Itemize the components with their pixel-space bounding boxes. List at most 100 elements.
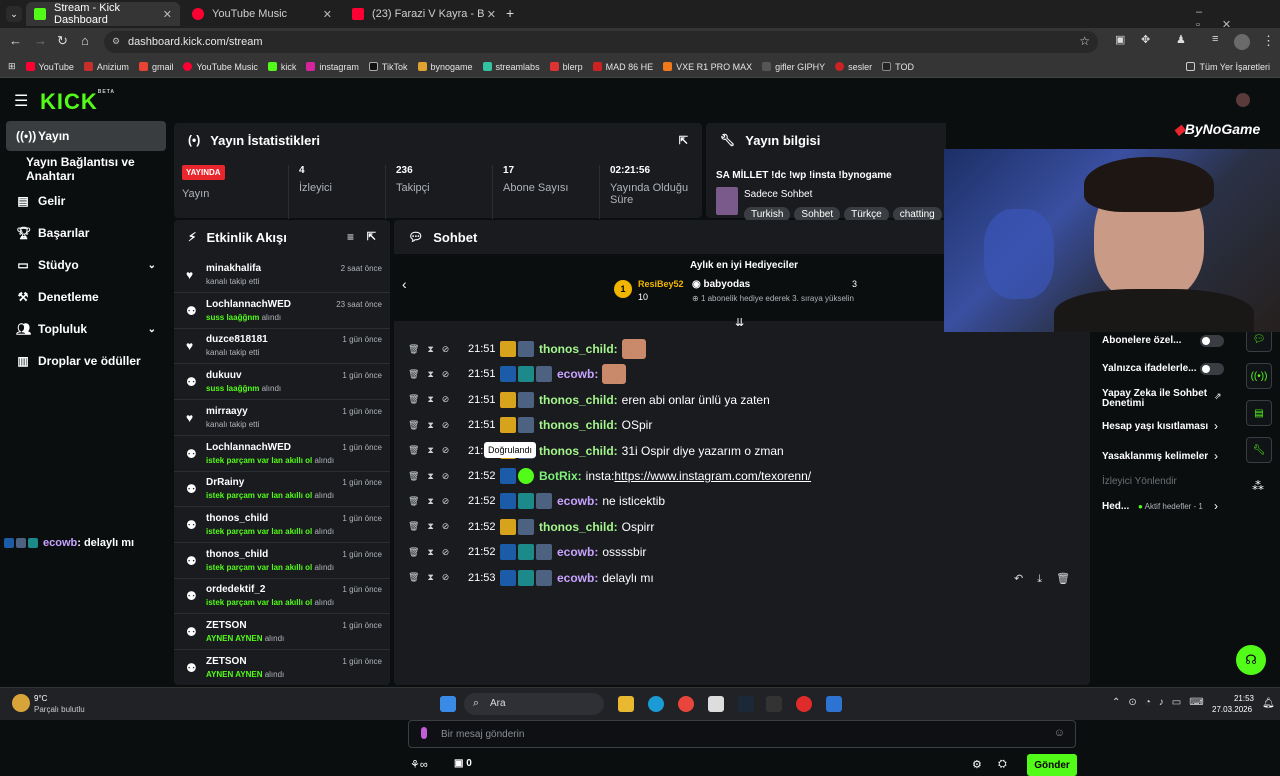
notification-icon[interactable]: 🔔︎ (1262, 698, 1275, 709)
edge-icon[interactable] (648, 696, 664, 712)
activity-user[interactable]: DrRainy (206, 477, 244, 488)
settings-gear-icon[interactable]: ⚙ (972, 758, 982, 771)
steam-icon[interactable] (738, 696, 754, 712)
chat-message[interactable]: 🗑︎ ⧗ ⊘ 21:52 BotRix: insta: https://www.insta… (408, 465, 811, 487)
chat-message[interactable]: 🗑︎ ⧗ ⊘ 21:51 thonos_child: OSpir (408, 414, 652, 436)
all-bookmarks-folder[interactable]: Tüm Yer İşaretleri (1186, 62, 1270, 72)
bookmark-item[interactable]: sesler (835, 62, 872, 72)
extension-icon[interactable]: ▣ (1115, 33, 1125, 46)
home-icon[interactable]: ⌂ (81, 33, 89, 48)
sidebar-item-stream[interactable]: ((•)) Yayın (6, 121, 166, 151)
activity-item[interactable]: ♥ mirraayy kanalı takip etti 1 gün önce (174, 401, 390, 436)
chat-message[interactable]: 🗑︎ ⧗ ⊘ 21:52 thonos_child: Ospirr (408, 516, 654, 538)
puzzle-icon[interactable]: ✥ (1141, 33, 1150, 46)
subscribers-only-toggle[interactable] (1200, 335, 1224, 347)
tab-search-icon[interactable]: ⌄ (6, 6, 22, 22)
chat-emote[interactable] (621, 339, 646, 359)
channel-points[interactable]: ▣ 0 (454, 758, 472, 769)
activity-user[interactable]: LochlannachWED (206, 299, 291, 310)
message-mod-tools[interactable]: 🗑︎ ⧗ ⊘ (408, 369, 468, 380)
message-mod-tools[interactable]: 🗑︎ ⧗ ⊘ (408, 572, 468, 583)
bookmark-item[interactable]: gifler GIPHY (762, 62, 825, 72)
tab-youtube-video[interactable]: (23) Farazi V Kayra - Bir Gü ✕ (344, 2, 504, 26)
activity-user[interactable]: mirraayy (206, 406, 248, 417)
forward-icon[interactable]: → (34, 33, 47, 48)
message-mod-tools[interactable]: 🗑︎ ⧗ ⊘ (408, 471, 468, 482)
activity-user[interactable]: LochlannachWED (206, 442, 291, 453)
bookmark-item[interactable]: TOD (882, 62, 914, 72)
message-username[interactable]: thonos_child: (539, 444, 618, 458)
external-link-icon[interactable]: ⇗ (1214, 391, 1222, 402)
bookmark-item[interactable]: blerp (549, 62, 583, 72)
bookmark-star-icon[interactable]: ☆ (1079, 34, 1090, 48)
profile-extension-icon[interactable]: ♟ (1176, 33, 1186, 46)
site-info-icon[interactable]: ⚙ (112, 36, 120, 47)
chevron-right-icon[interactable]: › (1214, 449, 1218, 463)
message-mod-tools[interactable]: 🗑︎ ⧗ ⊘ (408, 420, 468, 431)
sidebar-item-drops[interactable]: ▥ Droplar ve ödüller (6, 346, 166, 376)
activity-item[interactable]: ⚉ dukuuv suss laağğnm alındı 1 gün önce (174, 365, 390, 401)
sidebar-item-moderation[interactable]: ⚒ Denetleme (6, 282, 166, 312)
clock-date[interactable]: 27.03.2026 (1212, 705, 1252, 714)
weather-text[interactable]: Parçalı bulutlu (34, 705, 85, 714)
apps-grid-icon[interactable]: ⊞ (8, 61, 16, 72)
support-button[interactable]: ☊ (1236, 645, 1266, 675)
message-username[interactable]: ecowb: (557, 571, 598, 585)
follower-icon[interactable]: ⚘∞ (410, 758, 428, 771)
close-icon[interactable]: ✕ (163, 8, 172, 21)
bookmark-item[interactable]: gmail (138, 62, 173, 72)
activity-user[interactable]: ordedektif_2 (206, 584, 265, 595)
app-icon[interactable] (796, 696, 812, 712)
message-mod-tools[interactable]: 🗑︎ ⧗ ⊘ (408, 521, 468, 532)
bookmark-item[interactable]: YouTube (25, 62, 74, 72)
bookmark-item[interactable]: instagram (306, 62, 359, 72)
chat-message[interactable]: 🗑︎ ⧗ ⊘ 21:53 ecowb: delaylı mı (408, 567, 654, 589)
bot-icon[interactable]: ⛭ (998, 758, 1007, 771)
activity-item[interactable]: ⚉ ZETSON AYNEN AYNEN alındı 1 gün önce (174, 651, 390, 685)
sidebar-item-achievements[interactable]: 🏆︎ Başarılar (6, 218, 166, 248)
weather-icon[interactable] (12, 694, 30, 712)
activity-item[interactable]: ♥ minakhalifa kanalı takip etti 2 saat önce (174, 258, 390, 293)
message-username[interactable]: ecowb: (557, 367, 598, 381)
store-icon[interactable] (708, 696, 724, 712)
activity-user[interactable]: duzce818181 (206, 334, 268, 345)
windows-start-icon[interactable] (440, 696, 456, 712)
bookmark-item[interactable]: kick (267, 62, 296, 72)
back-icon[interactable]: ← (9, 33, 22, 48)
message-username[interactable]: ecowb: (557, 545, 598, 559)
system-tray-icons[interactable]: ⌃⊙◔♪▭⌨ (1112, 697, 1212, 708)
message-username[interactable]: thonos_child: (539, 418, 618, 432)
file-explorer-icon[interactable] (618, 696, 634, 712)
activity-item[interactable]: ⚉ thonos_child istek parçam var lan akıllı… (174, 508, 390, 543)
send-button[interactable]: Gönder (1027, 754, 1077, 776)
chat-message[interactable]: 🗑︎ ⧗ ⊘ 21:51 thonos_child: eren abi onlar ünl… (408, 389, 770, 411)
chat-message[interactable]: 🗑︎ ⧗ ⊘ 21:52 thonos_child: 31i Ospir diye yaz… (408, 440, 784, 462)
scroll-indicator-icon[interactable]: ⇊ (735, 316, 744, 329)
message-mod-tools[interactable]: 🗑︎ ⧗ ⊘ (408, 547, 468, 558)
message-mod-tools[interactable]: 🗑︎ ⧗ ⊘ (408, 394, 468, 405)
chevron-right-icon[interactable]: › (1214, 419, 1218, 433)
sidebar-item-stream-key[interactable]: Yayın Bağlantısı ve Anahtarı (6, 154, 166, 184)
sidebar-item-revenue[interactable]: ▤ Gelir (6, 186, 166, 216)
bookmark-item[interactable]: Anizium (83, 62, 129, 72)
emotes-only-toggle[interactable] (1200, 363, 1224, 375)
tab-youtube-music[interactable]: YouTube Music ✕ (184, 2, 340, 26)
activity-item[interactable]: ♥ duzce818181 kanalı takip etti 1 gün önce (174, 329, 390, 365)
message-link[interactable]: https://www.instagram.com/texorenn/ (614, 469, 811, 483)
setting-ai-moderation[interactable]: Yapay Zeka ile Sohbet Denetimi (1102, 389, 1212, 409)
weather-temp[interactable]: 9°C (34, 694, 47, 703)
new-tab-icon[interactable]: + (506, 5, 514, 21)
activity-user[interactable]: ZETSON (206, 620, 247, 631)
chat-message[interactable]: 🗑︎ ⧗ ⊘ 21:52 ecowb: ne isticektib (408, 490, 665, 512)
activity-user[interactable]: thonos_child (206, 513, 268, 524)
emoji-icon[interactable]: ☺ (1054, 727, 1065, 739)
gifter-2[interactable]: ◉ babyodas (692, 279, 750, 290)
message-username[interactable]: thonos_child: (539, 342, 618, 356)
tab-kick-dashboard[interactable]: Stream - Kick Dashboard ✕ (26, 2, 180, 26)
activity-user[interactable]: dukuuv (206, 370, 242, 381)
bookmark-item[interactable]: MAD 86 HE (592, 62, 653, 72)
chrome-icon[interactable] (678, 696, 694, 712)
activity-item[interactable]: ⚉ ordedektif_2 istek parçam var lan akıllı… (174, 579, 390, 615)
taskbar-search[interactable]: ⌕ Ara (464, 693, 604, 715)
close-icon[interactable]: ✕ (323, 8, 332, 21)
